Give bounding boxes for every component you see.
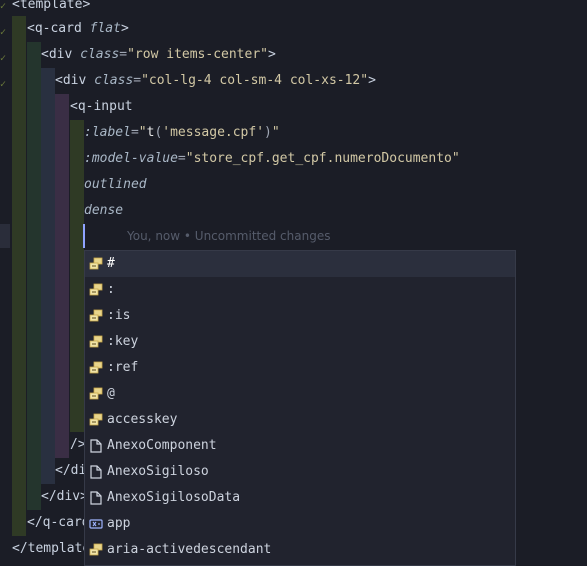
suggestion-item[interactable]: #	[85, 251, 515, 277]
code-line[interactable]: :label="t('message.cpf')"	[84, 120, 280, 146]
code-token: class	[94, 73, 134, 88]
property-icon	[89, 283, 103, 297]
code-token: =	[177, 151, 186, 166]
suggestion-label: @	[107, 386, 115, 401]
code-token: =	[130, 125, 139, 140]
code-token: "store_cpf.get_cpf.numeroDocumento"	[185, 151, 460, 166]
code-token: </di	[55, 463, 87, 478]
variable-icon	[89, 517, 103, 531]
suggestion-label: AnexoComponent	[107, 438, 217, 453]
property-icon	[89, 413, 103, 427]
code-line[interactable]: <div class="row items-center">	[41, 42, 276, 68]
property-icon	[89, 257, 103, 271]
suggestion-item[interactable]: AnexoSigilosoData	[85, 485, 515, 511]
indent-guide	[27, 42, 41, 510]
code-token: =	[133, 73, 142, 88]
code-token: class	[80, 47, 120, 62]
suggestion-item[interactable]: :key	[85, 329, 515, 355]
indent-guide	[41, 68, 55, 484]
code-token: 'message.cpf'	[162, 125, 265, 140]
suggestion-item[interactable]: :is	[85, 303, 515, 329]
suggestion-label: AnexoSigilosoData	[107, 490, 241, 505]
suggestion-label: app	[107, 516, 131, 531]
suggestion-label: :key	[107, 334, 139, 349]
code-token: :label	[84, 125, 131, 140]
indent-guide	[70, 120, 84, 432]
suggestion-item[interactable]: aria-activedescendant	[85, 537, 515, 563]
code-token: </template	[12, 541, 91, 556]
code-line[interactable]: </template	[12, 536, 90, 562]
suggestion-item[interactable]: AnexoComponent	[85, 433, 515, 459]
code-token: <q-card	[27, 21, 90, 36]
property-icon	[89, 335, 103, 349]
code-line[interactable]: outlined	[84, 172, 147, 198]
code-line[interactable]: </di	[55, 458, 86, 484]
code-line[interactable]: :model-value="store_cpf.get_cpf.numeroDo…	[84, 146, 460, 172]
suggestion-label: :	[107, 282, 115, 297]
text-caret	[83, 224, 85, 248]
suggestion-label: aria-activedescendant	[107, 542, 272, 557]
code-token: "	[271, 125, 280, 140]
code-token: </q-card	[27, 515, 90, 530]
suggestion-item[interactable]: :ref	[85, 355, 515, 381]
suggestion-item[interactable]: :	[85, 277, 515, 303]
suggestion-label: :ref	[107, 360, 139, 375]
property-icon	[89, 309, 103, 323]
code-line[interactable]: </q-card	[27, 510, 90, 536]
suggestion-label: :is	[107, 308, 131, 323]
git-blame-hint: You, now • Uncommitted changes	[127, 229, 331, 243]
property-icon	[89, 361, 103, 375]
property-icon	[89, 387, 103, 401]
suggestion-item[interactable]: app	[85, 511, 515, 537]
code-token: <div	[41, 47, 81, 62]
code-line[interactable]: <div class="col-lg-4 col-sm-4 col-xs-12"…	[55, 68, 376, 94]
indent-guide	[12, 16, 26, 536]
code-line[interactable]: dense	[84, 198, 123, 224]
suggestion-widget[interactable]: #::is:key:ref@accesskeyAnexoComponentAne…	[84, 250, 516, 566]
file-icon	[89, 465, 103, 479]
code-token: flat	[89, 21, 121, 36]
code-token: "	[138, 125, 147, 140]
file-icon	[89, 491, 103, 505]
suggestion-item[interactable]: @	[85, 381, 515, 407]
code-line[interactable]: </div>	[41, 484, 88, 510]
code-token: "row items-center"	[127, 47, 268, 62]
code-line[interactable]: <q-input	[70, 94, 133, 120]
code-token: >	[268, 47, 276, 62]
suggestion-label: AnexoSigiloso	[107, 464, 209, 479]
suggestion-item[interactable]: AnexoSigiloso	[85, 459, 515, 485]
code-token: "col-lg-4 col-sm-4 col-xs-12"	[141, 73, 369, 88]
code-token: =	[119, 47, 128, 62]
code-token: :model-value	[84, 151, 178, 166]
code-token: >	[368, 73, 376, 88]
file-icon	[89, 439, 103, 453]
suggestion-label: #	[107, 256, 115, 271]
property-icon	[89, 543, 103, 557]
code-token: >	[120, 21, 129, 36]
code-token: <div	[55, 73, 95, 88]
code-token: )	[264, 125, 272, 140]
code-line[interactable]: <q-card flat>	[27, 16, 129, 42]
code-token: </div>	[41, 489, 88, 504]
suggestion-label: accesskey	[107, 412, 178, 427]
code-token: <template>	[12, 0, 91, 12]
suggestion-item[interactable]: accesskey	[85, 407, 515, 433]
code-token: outlined	[84, 177, 147, 192]
code-token: dense	[84, 203, 124, 218]
indent-guide	[55, 94, 69, 458]
code-token: <q-input	[70, 99, 133, 114]
